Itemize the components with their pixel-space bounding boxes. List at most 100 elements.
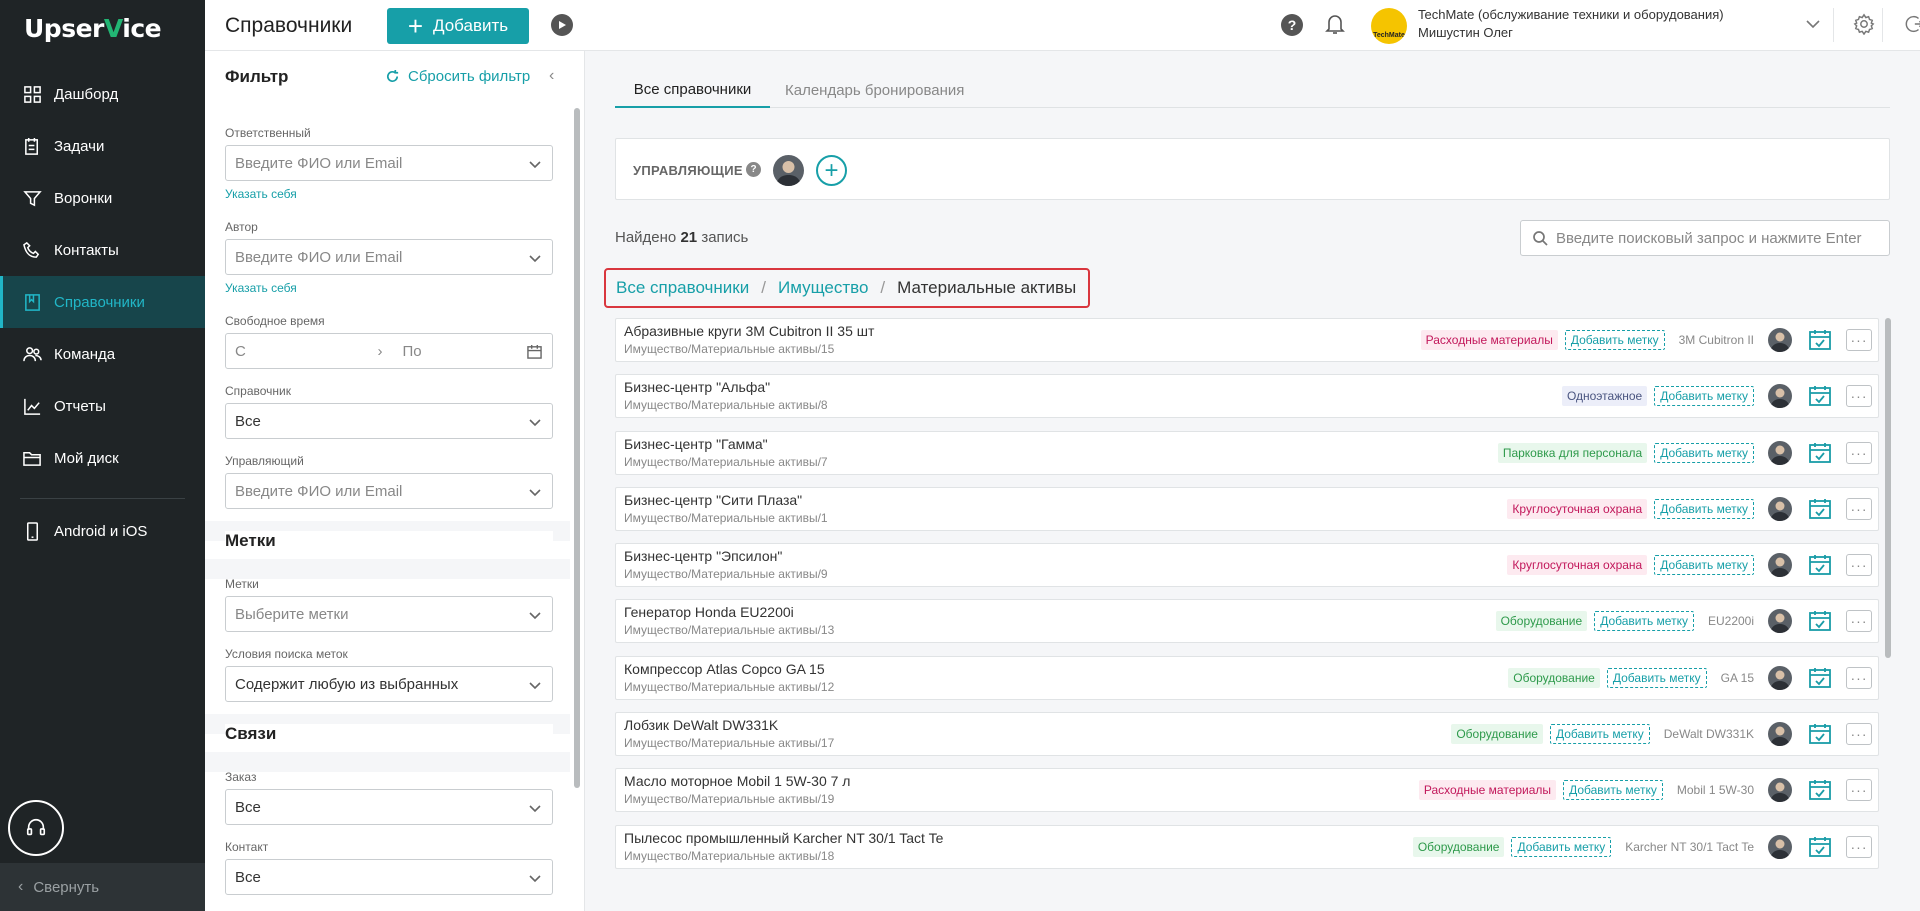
item-tag[interactable]: Оборудование: [1451, 724, 1543, 745]
item-title[interactable]: Бизнес-центр "Эпсилон": [624, 548, 782, 564]
logout-icon[interactable]: [1902, 13, 1920, 38]
add-tag-button[interactable]: Добавить метку: [1654, 498, 1754, 519]
date-from-input[interactable]: С: [235, 343, 358, 360]
booking-calendar-icon[interactable]: [1808, 442, 1832, 464]
add-tag-button[interactable]: Добавить метку: [1606, 667, 1707, 688]
add-tag-button[interactable]: Добавить метку: [1511, 836, 1612, 857]
more-options-button[interactable]: ···: [1846, 835, 1872, 858]
more-options-button[interactable]: ···: [1846, 554, 1872, 577]
company-avatar[interactable]: TechMate: [1371, 8, 1407, 44]
add-tag-button[interactable]: Добавить метку: [1654, 555, 1754, 576]
reset-filter-button[interactable]: Сбросить фильтр: [385, 68, 530, 85]
sidebar-collapse-button[interactable]: ‹ Свернуть: [0, 863, 205, 911]
add-tag-button[interactable]: Добавить метку: [1564, 330, 1665, 350]
list-item[interactable]: Бизнес-центр "Сити Плаза" Имущество/Мате…: [615, 486, 1879, 531]
sidebar-item-my-disk[interactable]: Мой диск: [0, 432, 205, 484]
list-item[interactable]: Бизнес-центр "Гамма" Имущество/Материаль…: [615, 430, 1879, 475]
tags-select[interactable]: Выберите метки: [225, 596, 553, 632]
booking-calendar-icon[interactable]: [1808, 498, 1832, 520]
add-manager-button[interactable]: +: [816, 155, 847, 186]
item-tag[interactable]: Круглосуточная охрана: [1507, 498, 1648, 519]
item-title[interactable]: Бизнес-центр "Сити Плаза": [624, 492, 802, 508]
item-title[interactable]: Бизнес-центр "Гамма": [624, 436, 768, 452]
more-options-button[interactable]: ···: [1846, 723, 1872, 746]
settings-gear-icon[interactable]: [1853, 13, 1875, 38]
more-options-button[interactable]: ···: [1846, 385, 1872, 408]
item-tag[interactable]: Парковка для персонала: [1497, 442, 1648, 463]
tag-condition-select[interactable]: Содержит любую из выбранных: [225, 666, 553, 702]
list-scrollbar[interactable]: [1885, 318, 1891, 658]
item-title[interactable]: Пылесос промышленный Karcher NT 30/1 Tac…: [624, 830, 943, 846]
breadcrumb-all-directories[interactable]: Все справочники: [616, 278, 749, 298]
help-icon[interactable]: ?: [746, 162, 761, 177]
item-responsible-avatar[interactable]: [1768, 328, 1792, 352]
collapse-filter-chevron-icon[interactable]: ‹: [549, 67, 554, 85]
add-tag-button[interactable]: Добавить метку: [1549, 724, 1650, 745]
manager-avatar[interactable]: [773, 155, 804, 186]
support-headset-button[interactable]: [8, 800, 64, 856]
item-tag[interactable]: Расходные материалы: [1418, 780, 1557, 801]
item-responsible-avatar[interactable]: [1768, 384, 1792, 409]
item-responsible-avatar[interactable]: [1768, 834, 1792, 859]
add-tag-button[interactable]: Добавить метку: [1594, 611, 1694, 632]
date-to-input[interactable]: По: [403, 343, 526, 360]
manager-select[interactable]: Введите ФИО или Email: [225, 473, 553, 509]
item-title[interactable]: Бизнес-центр "Альфа": [624, 379, 770, 395]
more-options-button[interactable]: ···: [1846, 666, 1872, 689]
add-tag-button[interactable]: Добавить метку: [1654, 442, 1754, 463]
add-tag-button[interactable]: Добавить метку: [1654, 386, 1754, 407]
author-select[interactable]: Введите ФИО или Email: [225, 239, 553, 275]
author-self-link[interactable]: Указать себя: [225, 281, 553, 295]
item-responsible-avatar[interactable]: [1768, 665, 1792, 690]
sidebar-item-team[interactable]: Команда: [0, 328, 205, 380]
item-title[interactable]: Абразивные круги 3M Cubitron II 35 шт: [624, 323, 874, 339]
list-item[interactable]: Генератор Honda EU2200i Имущество/Матери…: [615, 599, 1879, 644]
order-select[interactable]: Все: [225, 789, 553, 825]
add-button[interactable]: + Добавить: [387, 8, 529, 44]
item-responsible-avatar[interactable]: [1768, 553, 1792, 578]
sidebar-item-funnels[interactable]: Воронки: [0, 172, 205, 224]
item-responsible-avatar[interactable]: [1768, 609, 1792, 634]
item-title[interactable]: Компрессор Atlas Copco GA 15: [624, 661, 825, 677]
responsible-select[interactable]: Введите ФИО или Email: [225, 145, 553, 181]
item-tag[interactable]: Оборудование: [1495, 611, 1588, 632]
item-responsible-avatar[interactable]: [1768, 496, 1792, 521]
sidebar-item-reports[interactable]: Отчеты: [0, 380, 205, 432]
booking-calendar-icon[interactable]: [1808, 554, 1832, 576]
item-title[interactable]: Масло моторное Mobil 1 5W-30 7 л: [624, 773, 850, 789]
booking-calendar-icon[interactable]: [1808, 385, 1832, 407]
more-options-button[interactable]: ···: [1846, 329, 1872, 351]
booking-calendar-icon[interactable]: [1808, 779, 1832, 801]
item-tag[interactable]: Круглосуточная охрана: [1507, 555, 1648, 576]
sidebar-item-contacts[interactable]: Контакты: [0, 224, 205, 276]
booking-calendar-icon[interactable]: [1808, 667, 1832, 689]
item-responsible-avatar[interactable]: [1768, 722, 1792, 747]
sidebar-item-dashboard[interactable]: Дашборд: [0, 68, 205, 120]
directory-select[interactable]: Все: [225, 403, 553, 439]
item-title[interactable]: Лобзик DeWalt DW331K: [624, 717, 778, 733]
filter-scrollbar[interactable]: [574, 108, 580, 788]
help-icon[interactable]: ?: [1281, 14, 1303, 36]
item-responsible-avatar[interactable]: [1768, 778, 1792, 803]
item-tag[interactable]: Оборудование: [1508, 667, 1600, 688]
list-item[interactable]: Абразивные круги 3M Cubitron II 35 шт Им…: [615, 318, 1879, 362]
more-options-button[interactable]: ···: [1846, 441, 1872, 464]
play-video-button[interactable]: [551, 14, 573, 36]
booking-calendar-icon[interactable]: [1808, 836, 1832, 858]
booking-calendar-icon[interactable]: [1808, 329, 1832, 351]
free-time-range[interactable]: С › По: [225, 333, 553, 369]
notifications-bell-icon[interactable]: [1325, 13, 1345, 38]
list-item[interactable]: Бизнес-центр "Альфа" Имущество/Материаль…: [615, 374, 1879, 419]
search-input[interactable]: Введите поисковый запрос и нажмите Enter: [1520, 220, 1890, 256]
item-responsible-avatar[interactable]: [1768, 440, 1792, 465]
sidebar-item-directories[interactable]: Справочники: [0, 276, 205, 328]
item-tag[interactable]: Оборудование: [1412, 836, 1505, 857]
item-title[interactable]: Генератор Honda EU2200i: [624, 604, 794, 620]
list-item[interactable]: Масло моторное Mobil 1 5W-30 7 л Имущест…: [615, 768, 1879, 813]
list-item[interactable]: Лобзик DeWalt DW331K Имущество/Материаль…: [615, 712, 1879, 757]
sidebar-item-tasks[interactable]: Задачи: [0, 120, 205, 172]
responsible-self-link[interactable]: Указать себя: [225, 187, 553, 201]
contact-select[interactable]: Все: [225, 859, 553, 895]
more-options-button[interactable]: ···: [1846, 497, 1872, 520]
add-tag-button[interactable]: Добавить метку: [1563, 780, 1663, 801]
